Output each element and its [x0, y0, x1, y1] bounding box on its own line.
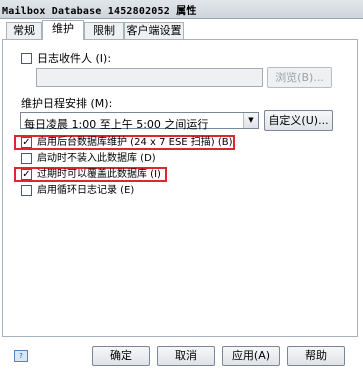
schedule-label: 维护日程安排 (M): — [21, 97, 113, 110]
circular-logging-checkbox[interactable] — [21, 185, 32, 196]
allow-overwrite-label: 过期时可以覆盖此数据库 (I) — [37, 169, 161, 180]
schedule-selected-value: 每日凌晨 1:00 至上午 5:00 之间运行 — [24, 118, 209, 131]
title-bar: Mailbox Database 1452802052 属性 — [0, 0, 363, 19]
tab-client-settings[interactable]: 客户端设置 — [124, 22, 184, 39]
background-maintenance-label: 启用后台数据库维护 (24 x 7 ESE 扫描) (B) — [37, 137, 233, 148]
help-button[interactable]: 帮助 — [287, 346, 345, 366]
chevron-down-icon[interactable]: ▼ — [243, 113, 258, 128]
custom-schedule-button[interactable]: 自定义(U)... — [264, 110, 333, 131]
journal-recipient-label: 日志收件人 (I): — [37, 52, 112, 65]
allow-overwrite-checkbox[interactable]: ✓ — [21, 169, 32, 180]
ok-button[interactable]: 确定 — [92, 346, 150, 366]
help-info-icon[interactable]: ? — [14, 350, 28, 362]
journal-recipient-checkbox[interactable] — [21, 53, 32, 64]
circular-logging-label: 启用循环日志记录 (E) — [37, 185, 135, 196]
tab-maintenance[interactable]: 维护 — [42, 20, 84, 40]
no-mount-on-startup-label: 启动时不装入此数据库 (D) — [37, 153, 156, 164]
schedule-dropdown[interactable]: 每日凌晨 1:00 至上午 5:00 之间运行 ▼ — [20, 112, 259, 131]
tab-general[interactable]: 常规 — [6, 22, 42, 39]
background-maintenance-checkbox[interactable]: ✓ — [21, 137, 32, 148]
cancel-button[interactable]: 取消 — [157, 346, 215, 366]
no-mount-on-startup-checkbox[interactable] — [21, 153, 32, 164]
tab-limits[interactable]: 限制 — [84, 22, 124, 39]
browse-button[interactable]: 浏览(B)... — [267, 67, 332, 88]
window-title: Mailbox Database 1452802052 属性 — [2, 6, 197, 17]
journal-recipient-field[interactable] — [36, 68, 263, 87]
apply-button[interactable]: 应用(A) — [222, 346, 280, 366]
